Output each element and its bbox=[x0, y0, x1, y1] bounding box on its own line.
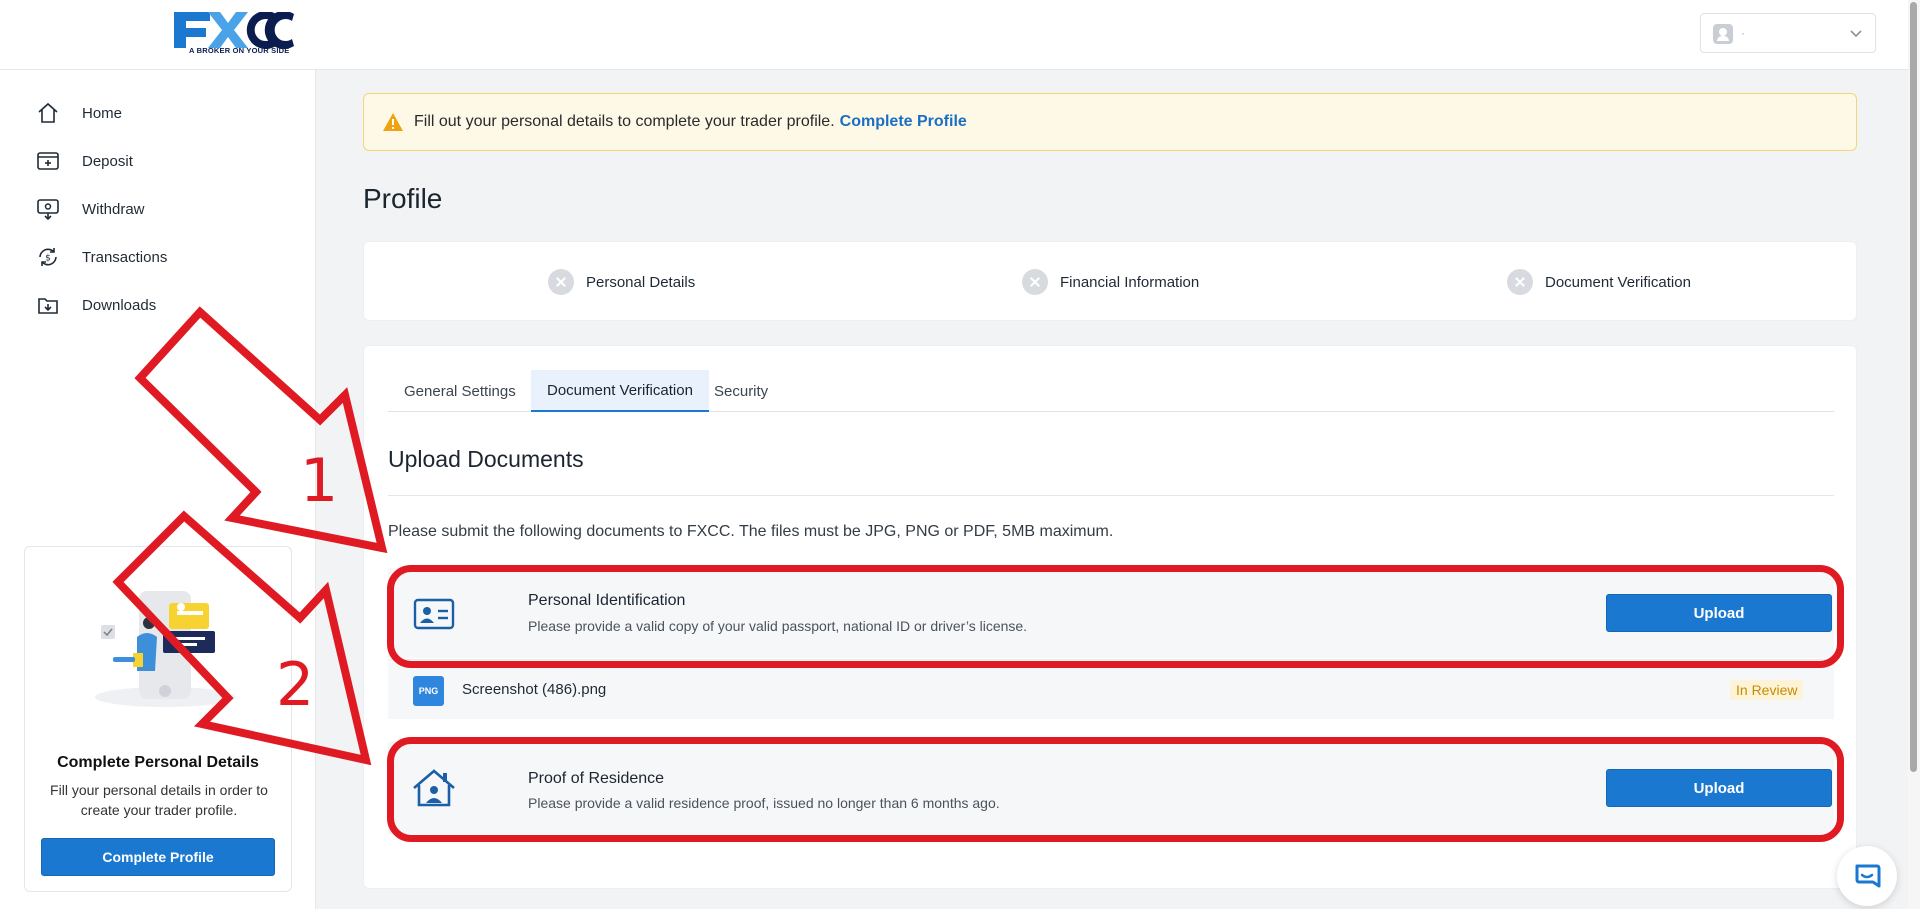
user-avatar-icon bbox=[1713, 24, 1733, 44]
downloads-icon bbox=[38, 298, 58, 314]
deposit-icon bbox=[37, 152, 59, 170]
incomplete-icon bbox=[1022, 269, 1048, 295]
annotation-number-2: 2 bbox=[276, 650, 315, 720]
user-menu-dropdown[interactable]: · bbox=[1700, 13, 1876, 53]
warning-icon bbox=[383, 113, 403, 131]
highlight-box-2 bbox=[387, 737, 1844, 842]
complete-profile-link[interactable]: Complete Profile bbox=[840, 113, 967, 131]
page-title: Profile bbox=[363, 183, 443, 214]
png-file-icon: PNG bbox=[413, 676, 444, 706]
svg-text:$: $ bbox=[45, 254, 51, 264]
sidebar-item-downloads[interactable]: Downloads bbox=[36, 285, 286, 325]
home-icon bbox=[38, 102, 58, 123]
complete-profile-button[interactable]: Complete Profile bbox=[41, 838, 275, 876]
step-label: Personal Details bbox=[586, 273, 696, 291]
transactions-icon: $ bbox=[39, 248, 57, 266]
page-scrollbar-thumb[interactable] bbox=[1910, 2, 1917, 772]
top-header: A BROKER ON YOUR SIDE · bbox=[0, 0, 1908, 70]
status-badge: In Review bbox=[1730, 680, 1804, 700]
sidebar-item-label: Deposit bbox=[82, 152, 133, 170]
sidebar-item-label: Withdraw bbox=[82, 200, 145, 218]
incomplete-icon bbox=[1507, 269, 1533, 295]
chat-bubble-icon bbox=[1855, 864, 1881, 888]
alert-text: Fill out your personal details to comple… bbox=[414, 113, 835, 130]
sidebar-item-transactions[interactable]: $ Transactions bbox=[36, 237, 286, 277]
withdraw-icon bbox=[37, 199, 59, 221]
step-label: Document Verification bbox=[1545, 273, 1691, 291]
promo-description: Fill your personal details in order to c… bbox=[50, 782, 268, 818]
sidebar-item-withdraw[interactable]: Withdraw bbox=[36, 189, 286, 229]
annotation-number-1: 1 bbox=[300, 446, 339, 516]
tab-general-settings[interactable]: General Settings bbox=[388, 370, 532, 412]
divider bbox=[388, 495, 1834, 496]
step-document-verification[interactable]: Document Verification bbox=[1507, 269, 1691, 295]
step-financial-information[interactable]: Financial Information bbox=[1022, 269, 1199, 295]
profile-illustration bbox=[95, 591, 235, 707]
profile-incomplete-alert: Fill out your personal details to comple… bbox=[363, 93, 1857, 151]
file-name[interactable]: Screenshot (486).png bbox=[462, 681, 606, 698]
tab-document-verification[interactable]: Document Verification bbox=[531, 370, 709, 412]
profile-steps: Personal Details Financial Information D… bbox=[363, 241, 1857, 321]
tab-security[interactable]: Security bbox=[698, 370, 784, 412]
promo-title: Complete Personal Details bbox=[57, 754, 259, 771]
sidebar-item-deposit[interactable]: Deposit bbox=[36, 141, 286, 181]
profile-tabs: General Settings Document Verification S… bbox=[388, 370, 1834, 412]
sidebar-item-label: Home bbox=[82, 104, 123, 122]
chat-button[interactable] bbox=[1837, 846, 1897, 906]
sidebar-item-home[interactable]: Home bbox=[36, 93, 286, 133]
complete-profile-card: Complete Personal Details Fill your pers… bbox=[24, 546, 292, 892]
step-label: Financial Information bbox=[1060, 273, 1200, 291]
sidebar: Home Deposit Withdraw $ Transactions Dow… bbox=[0, 70, 316, 909]
highlight-box-1 bbox=[387, 565, 1844, 668]
uploaded-file-row: PNG Screenshot (486).png In Review bbox=[388, 659, 1834, 719]
chevron-down-icon bbox=[1850, 30, 1862, 38]
sidebar-item-label: Downloads bbox=[82, 296, 157, 314]
user-name: · bbox=[1741, 26, 1745, 40]
section-title: Upload Documents bbox=[388, 446, 584, 472]
incomplete-icon bbox=[548, 269, 574, 295]
sidebar-item-label: Transactions bbox=[82, 248, 168, 266]
step-personal-details[interactable]: Personal Details bbox=[548, 269, 695, 295]
upload-instructions: Please submit the following documents to… bbox=[388, 523, 1114, 540]
logo-tagline: A BROKER ON YOUR SIDE bbox=[189, 46, 290, 55]
